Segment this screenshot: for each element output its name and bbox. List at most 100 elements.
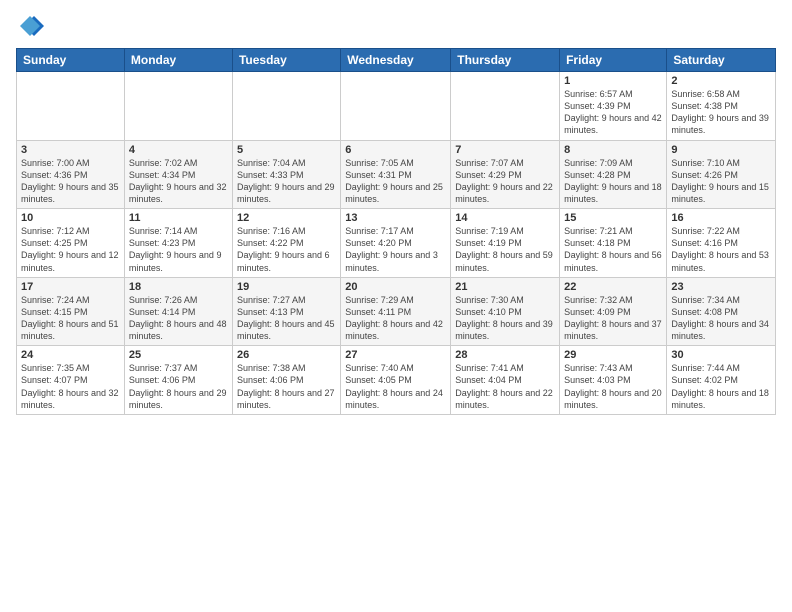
day-number: 16 [671,212,771,224]
day-number: 8 [564,144,662,156]
weekday-header: Wednesday [341,49,451,72]
day-info: Sunrise: 7:29 AM Sunset: 4:11 PM Dayligh… [345,294,446,343]
calendar-cell [124,72,232,141]
calendar-cell: 28Sunrise: 7:41 AM Sunset: 4:04 PM Dayli… [451,346,560,415]
day-info: Sunrise: 7:35 AM Sunset: 4:07 PM Dayligh… [21,362,120,411]
weekday-header: Sunday [17,49,125,72]
calendar-cell: 30Sunrise: 7:44 AM Sunset: 4:02 PM Dayli… [667,346,776,415]
weekday-header: Thursday [451,49,560,72]
day-number: 18 [129,281,228,293]
day-info: Sunrise: 7:10 AM Sunset: 4:26 PM Dayligh… [671,157,771,206]
day-number: 9 [671,144,771,156]
day-info: Sunrise: 7:16 AM Sunset: 4:22 PM Dayligh… [237,225,336,274]
day-number: 11 [129,212,228,224]
calendar-cell: 14Sunrise: 7:19 AM Sunset: 4:19 PM Dayli… [451,209,560,278]
weekday-header: Monday [124,49,232,72]
calendar-cell: 11Sunrise: 7:14 AM Sunset: 4:23 PM Dayli… [124,209,232,278]
calendar-cell: 29Sunrise: 7:43 AM Sunset: 4:03 PM Dayli… [560,346,667,415]
day-number: 14 [455,212,555,224]
calendar-cell: 24Sunrise: 7:35 AM Sunset: 4:07 PM Dayli… [17,346,125,415]
day-number: 21 [455,281,555,293]
day-info: Sunrise: 7:27 AM Sunset: 4:13 PM Dayligh… [237,294,336,343]
day-number: 28 [455,349,555,361]
day-number: 4 [129,144,228,156]
header [16,12,776,40]
calendar-cell: 5Sunrise: 7:04 AM Sunset: 4:33 PM Daylig… [232,140,340,209]
day-number: 29 [564,349,662,361]
day-info: Sunrise: 7:40 AM Sunset: 4:05 PM Dayligh… [345,362,446,411]
day-number: 25 [129,349,228,361]
calendar-cell [232,72,340,141]
day-number: 10 [21,212,120,224]
day-info: Sunrise: 7:41 AM Sunset: 4:04 PM Dayligh… [455,362,555,411]
day-info: Sunrise: 7:07 AM Sunset: 4:29 PM Dayligh… [455,157,555,206]
day-number: 13 [345,212,446,224]
calendar-cell: 22Sunrise: 7:32 AM Sunset: 4:09 PM Dayli… [560,277,667,346]
calendar-cell: 26Sunrise: 7:38 AM Sunset: 4:06 PM Dayli… [232,346,340,415]
day-number: 30 [671,349,771,361]
calendar-week-row: 24Sunrise: 7:35 AM Sunset: 4:07 PM Dayli… [17,346,776,415]
calendar-week-row: 1Sunrise: 6:57 AM Sunset: 4:39 PM Daylig… [17,72,776,141]
weekday-header: Friday [560,49,667,72]
calendar-cell: 6Sunrise: 7:05 AM Sunset: 4:31 PM Daylig… [341,140,451,209]
day-info: Sunrise: 7:37 AM Sunset: 4:06 PM Dayligh… [129,362,228,411]
day-info: Sunrise: 7:05 AM Sunset: 4:31 PM Dayligh… [345,157,446,206]
day-info: Sunrise: 7:17 AM Sunset: 4:20 PM Dayligh… [345,225,446,274]
calendar-header-row: SundayMondayTuesdayWednesdayThursdayFrid… [17,49,776,72]
calendar-week-row: 17Sunrise: 7:24 AM Sunset: 4:15 PM Dayli… [17,277,776,346]
day-info: Sunrise: 7:24 AM Sunset: 4:15 PM Dayligh… [21,294,120,343]
calendar-cell: 13Sunrise: 7:17 AM Sunset: 4:20 PM Dayli… [341,209,451,278]
calendar-cell: 2Sunrise: 6:58 AM Sunset: 4:38 PM Daylig… [667,72,776,141]
day-info: Sunrise: 7:12 AM Sunset: 4:25 PM Dayligh… [21,225,120,274]
calendar-cell: 9Sunrise: 7:10 AM Sunset: 4:26 PM Daylig… [667,140,776,209]
day-info: Sunrise: 7:09 AM Sunset: 4:28 PM Dayligh… [564,157,662,206]
day-number: 23 [671,281,771,293]
day-number: 2 [671,75,771,87]
day-info: Sunrise: 7:00 AM Sunset: 4:36 PM Dayligh… [21,157,120,206]
calendar-week-row: 3Sunrise: 7:00 AM Sunset: 4:36 PM Daylig… [17,140,776,209]
day-number: 6 [345,144,446,156]
day-info: Sunrise: 7:30 AM Sunset: 4:10 PM Dayligh… [455,294,555,343]
day-number: 1 [564,75,662,87]
day-info: Sunrise: 7:14 AM Sunset: 4:23 PM Dayligh… [129,225,228,274]
day-number: 22 [564,281,662,293]
calendar-cell: 3Sunrise: 7:00 AM Sunset: 4:36 PM Daylig… [17,140,125,209]
day-info: Sunrise: 7:19 AM Sunset: 4:19 PM Dayligh… [455,225,555,274]
day-info: Sunrise: 7:32 AM Sunset: 4:09 PM Dayligh… [564,294,662,343]
calendar-cell: 15Sunrise: 7:21 AM Sunset: 4:18 PM Dayli… [560,209,667,278]
day-number: 19 [237,281,336,293]
calendar-cell: 17Sunrise: 7:24 AM Sunset: 4:15 PM Dayli… [17,277,125,346]
day-info: Sunrise: 7:21 AM Sunset: 4:18 PM Dayligh… [564,225,662,274]
day-info: Sunrise: 7:43 AM Sunset: 4:03 PM Dayligh… [564,362,662,411]
calendar-cell: 27Sunrise: 7:40 AM Sunset: 4:05 PM Dayli… [341,346,451,415]
logo [16,12,48,40]
day-info: Sunrise: 7:26 AM Sunset: 4:14 PM Dayligh… [129,294,228,343]
day-info: Sunrise: 7:38 AM Sunset: 4:06 PM Dayligh… [237,362,336,411]
calendar-cell: 8Sunrise: 7:09 AM Sunset: 4:28 PM Daylig… [560,140,667,209]
calendar-cell: 19Sunrise: 7:27 AM Sunset: 4:13 PM Dayli… [232,277,340,346]
day-info: Sunrise: 6:57 AM Sunset: 4:39 PM Dayligh… [564,88,662,137]
calendar-cell: 4Sunrise: 7:02 AM Sunset: 4:34 PM Daylig… [124,140,232,209]
calendar-cell [451,72,560,141]
calendar-cell: 25Sunrise: 7:37 AM Sunset: 4:06 PM Dayli… [124,346,232,415]
calendar-cell [17,72,125,141]
day-info: Sunrise: 7:44 AM Sunset: 4:02 PM Dayligh… [671,362,771,411]
calendar-cell: 7Sunrise: 7:07 AM Sunset: 4:29 PM Daylig… [451,140,560,209]
calendar-table: SundayMondayTuesdayWednesdayThursdayFrid… [16,48,776,415]
day-info: Sunrise: 7:34 AM Sunset: 4:08 PM Dayligh… [671,294,771,343]
calendar-week-row: 10Sunrise: 7:12 AM Sunset: 4:25 PM Dayli… [17,209,776,278]
day-info: Sunrise: 6:58 AM Sunset: 4:38 PM Dayligh… [671,88,771,137]
calendar-cell: 23Sunrise: 7:34 AM Sunset: 4:08 PM Dayli… [667,277,776,346]
day-number: 27 [345,349,446,361]
calendar-cell: 1Sunrise: 6:57 AM Sunset: 4:39 PM Daylig… [560,72,667,141]
calendar-cell [341,72,451,141]
calendar-cell: 12Sunrise: 7:16 AM Sunset: 4:22 PM Dayli… [232,209,340,278]
day-info: Sunrise: 7:04 AM Sunset: 4:33 PM Dayligh… [237,157,336,206]
calendar-cell: 21Sunrise: 7:30 AM Sunset: 4:10 PM Dayli… [451,277,560,346]
calendar-cell: 16Sunrise: 7:22 AM Sunset: 4:16 PM Dayli… [667,209,776,278]
day-number: 3 [21,144,120,156]
day-number: 5 [237,144,336,156]
day-number: 20 [345,281,446,293]
day-number: 24 [21,349,120,361]
calendar-cell: 10Sunrise: 7:12 AM Sunset: 4:25 PM Dayli… [17,209,125,278]
